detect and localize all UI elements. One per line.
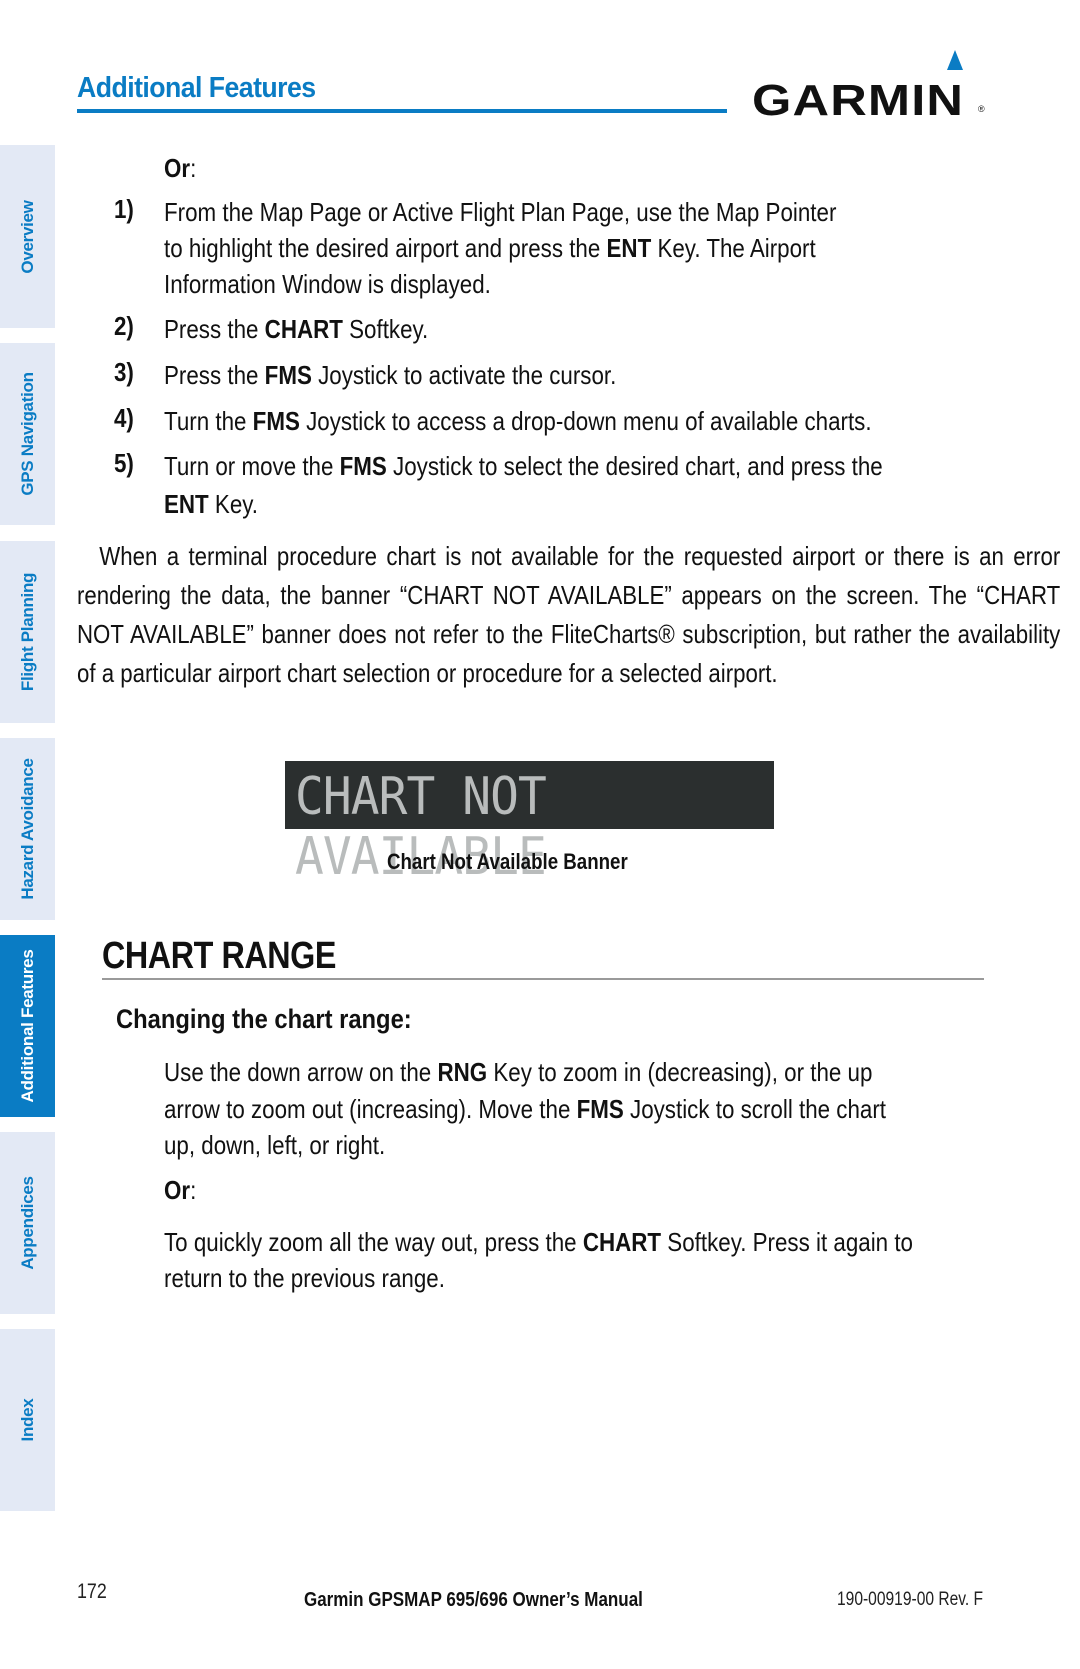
chart-not-available-banner: CHART NOT AVAILABLE	[285, 761, 774, 887]
range-text-line: To quickly zoom all the way out, press t…	[164, 1227, 913, 1257]
step-text-line: Press the CHART Softkey.	[164, 314, 429, 344]
registered-mark: ®	[978, 104, 985, 114]
step-number: 3)	[114, 357, 134, 387]
range-text-line: return to the previous range.	[164, 1263, 445, 1293]
step-number: 4)	[114, 403, 134, 433]
step-text-line: to highlight the desired airport and pre…	[164, 233, 816, 263]
tab-flight-planning[interactable]: Flight Planning	[0, 541, 55, 723]
tab-label: Flight Planning	[17, 572, 37, 692]
step-text-line: Information Window is displayed.	[164, 269, 491, 299]
range-text-line: Use the down arrow on the RNG Key to zoo…	[164, 1057, 873, 1087]
subheading: Changing the chart range:	[116, 1004, 412, 1034]
tab-overview[interactable]: Overview	[0, 145, 55, 328]
step-text-line: Press the FMS Joystick to activate the c…	[164, 360, 617, 390]
or-label-1: Or:	[164, 153, 197, 183]
manual-title: Garmin GPSMAP 695/696 Owner’s Manual	[304, 1589, 643, 1611]
step-text-line: ENT Key.	[164, 489, 259, 519]
tab-hazard-avoidance[interactable]: Hazard Avoidance	[0, 738, 55, 920]
tab-additional-features[interactable]: Additional Features	[0, 935, 55, 1117]
tab-label: Index	[17, 1398, 37, 1442]
body-paragraph: When a terminal procedure chart is not a…	[77, 541, 1061, 688]
header-rule	[77, 109, 727, 113]
tab-label: Overview	[17, 199, 37, 274]
tab-label: Hazard Avoidance	[17, 758, 37, 900]
step-number: 5)	[114, 448, 134, 478]
tab-label: Appendices	[17, 1176, 37, 1270]
or-label-2: Or:	[164, 1175, 197, 1205]
range-text-line: up, down, left, or right.	[164, 1130, 386, 1160]
chapter-tabs: Overview GPS Navigation Flight Planning …	[0, 0, 56, 1669]
range-text-line: arrow to zoom out (increasing). Move the…	[164, 1094, 887, 1124]
step-text-line: Turn or move the FMS Joystick to select …	[164, 451, 883, 481]
tab-label: GPS Navigation	[17, 372, 37, 496]
tab-index[interactable]: Index	[0, 1329, 55, 1511]
step-number: 1)	[114, 194, 134, 224]
document-number: 190-00919-00 Rev. F	[837, 1589, 984, 1610]
step-number: 2)	[114, 311, 134, 341]
step-text-line: From the Map Page or Active Flight Plan …	[164, 197, 837, 227]
section-heading: CHART RANGE	[102, 935, 336, 977]
garmin-logo: GARMIN ®	[752, 48, 985, 125]
heading-rule	[102, 978, 984, 980]
logo-triangle-icon	[947, 50, 963, 70]
tab-gps-navigation[interactable]: GPS Navigation	[0, 343, 55, 525]
section-header-title: Additional Features	[77, 72, 316, 104]
figure-caption: Chart Not Available Banner	[387, 849, 628, 874]
tab-appendices[interactable]: Appendices	[0, 1132, 55, 1314]
logo-wordmark: GARMIN	[752, 76, 965, 125]
page-number: 172	[77, 1580, 107, 1603]
step-text-line: Turn the FMS Joystick to access a drop-d…	[164, 406, 872, 436]
tab-label: Additional Features	[17, 949, 37, 1103]
